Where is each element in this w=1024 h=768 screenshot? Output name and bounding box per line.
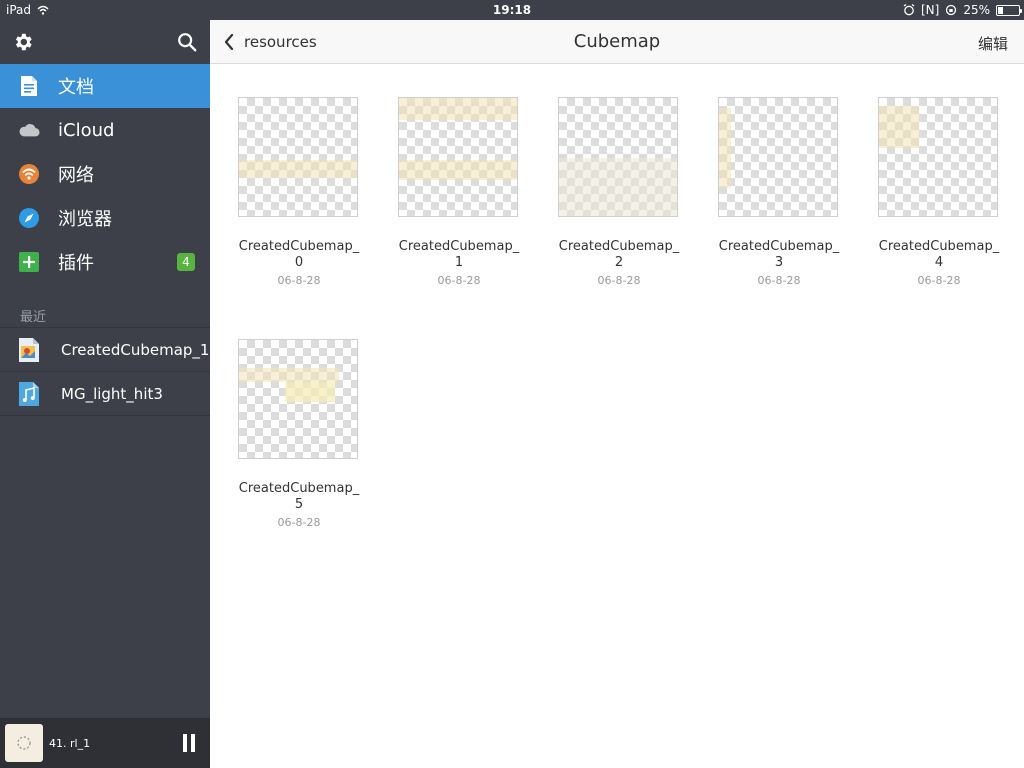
back-button[interactable]: resources xyxy=(224,33,317,51)
search-icon[interactable] xyxy=(176,31,198,53)
sidebar-item-network[interactable]: 网络 xyxy=(0,152,210,196)
main-panel: resources Cubemap 编辑 CreatedCubemap_ 0 06… xyxy=(210,20,1024,768)
sidebar-item-browser[interactable]: 浏览器 xyxy=(0,196,210,240)
page-title: Cubemap xyxy=(573,31,661,52)
plugin-count-badge: 4 xyxy=(177,253,195,271)
file-date: 06-8-28 xyxy=(277,516,321,529)
pause-icon[interactable] xyxy=(182,733,196,753)
sidebar-item-documents[interactable]: 文档 xyxy=(0,64,210,108)
file-thumbnail[interactable] xyxy=(558,97,678,217)
plugin-icon xyxy=(18,251,40,273)
image-file-icon xyxy=(19,337,39,362)
file-tile[interactable]: CreatedCubemap_ 4 06-8-28 xyxy=(878,97,1000,287)
recent-item[interactable]: CreatedCubemap_1 xyxy=(0,328,210,372)
sidebar-item-plugins[interactable]: 插件 4 xyxy=(0,240,210,284)
file-name: CreatedCubemap_ 0 xyxy=(238,239,360,270)
file-name: CreatedCubemap_ 4 xyxy=(878,239,1000,270)
file-date: 06-8-28 xyxy=(917,274,961,287)
file-tile[interactable]: CreatedCubemap_ 0 06-8-28 xyxy=(238,97,360,287)
status-indicator: [N] xyxy=(920,3,940,17)
album-art[interactable] xyxy=(5,724,43,762)
recent-item-label: MG_light_hit3 xyxy=(61,384,163,403)
battery-icon xyxy=(996,4,1022,16)
edit-button[interactable]: 编辑 xyxy=(978,33,1008,54)
file-tile[interactable]: CreatedCubemap_ 3 06-8-28 xyxy=(718,97,840,287)
file-date: 06-8-28 xyxy=(277,274,321,287)
file-thumbnail[interactable] xyxy=(718,97,838,217)
file-date: 06-8-28 xyxy=(597,274,641,287)
status-bar: iPad 19:18 [N] 25% xyxy=(0,0,1024,20)
sidebar-item-label: 浏览器 xyxy=(58,209,112,230)
track-title: 41. rl_1 xyxy=(49,736,91,750)
file-tile[interactable]: CreatedCubemap_ 5 06-8-28 xyxy=(238,339,360,529)
music-file-icon xyxy=(19,381,39,406)
file-tile[interactable]: CreatedCubemap_ 1 06-8-28 xyxy=(398,97,520,287)
file-date: 06-8-28 xyxy=(757,274,801,287)
cloud-icon xyxy=(18,119,40,141)
battery-percent: 25% xyxy=(963,3,990,17)
file-tile[interactable]: CreatedCubemap_ 2 06-8-28 xyxy=(558,97,680,287)
recent-item-label: CreatedCubemap_1 xyxy=(61,340,210,359)
back-button-label: resources xyxy=(244,33,317,51)
alarm-icon xyxy=(903,4,915,16)
file-thumbnail[interactable] xyxy=(398,97,518,217)
file-thumbnail[interactable] xyxy=(238,339,358,459)
gear-icon[interactable] xyxy=(12,31,34,53)
sidebar-header xyxy=(0,20,210,64)
compass-icon xyxy=(18,207,40,229)
sidebar-item-label: iCloud xyxy=(58,119,115,141)
status-right: [N] 25% xyxy=(903,0,1022,20)
sidebar-item-label: 文档 xyxy=(58,77,94,98)
file-date: 06-8-28 xyxy=(437,274,481,287)
file-name: CreatedCubemap_ 3 xyxy=(718,239,840,270)
status-time: 19:18 xyxy=(492,3,532,17)
now-playing-bar[interactable]: 41. rl_1 xyxy=(0,718,210,768)
navigation-bar: resources Cubemap 编辑 xyxy=(210,20,1024,64)
rotation-lock-icon xyxy=(946,4,957,16)
sidebar-item-icloud[interactable]: iCloud xyxy=(0,108,210,152)
file-name: CreatedCubemap_ 1 xyxy=(398,239,520,270)
sidebar-item-label: 网络 xyxy=(58,165,94,186)
recent-section-label: 最近 xyxy=(0,284,210,328)
recent-item[interactable]: MG_light_hit3 xyxy=(0,372,210,416)
sidebar: 文档 iCloud 网络 浏览器 插件 4 最近 CreatedCubemap_… xyxy=(0,20,210,768)
file-name: CreatedCubemap_ 2 xyxy=(558,239,680,270)
sidebar-item-label: 插件 xyxy=(58,253,94,274)
file-thumbnail[interactable] xyxy=(878,97,998,217)
wifi-icon xyxy=(18,163,40,185)
document-icon xyxy=(18,75,40,97)
chevron-left-icon xyxy=(224,34,234,50)
loading-spinner-icon xyxy=(17,736,31,750)
file-thumbnail[interactable] xyxy=(238,97,358,217)
file-name: CreatedCubemap_ 5 xyxy=(238,481,360,512)
